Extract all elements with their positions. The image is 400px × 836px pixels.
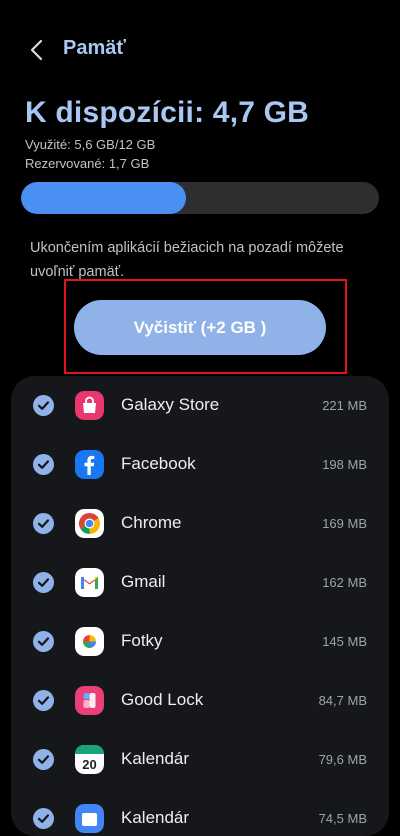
memory-usage-bar: [21, 182, 379, 214]
app-size: 221 MB: [322, 398, 367, 413]
calendar-icon: 20: [75, 745, 104, 774]
page-title: Pamäť: [63, 37, 126, 59]
checkmark-icon: [37, 755, 50, 764]
photos-icon: [75, 627, 104, 656]
app-name: Fotky: [121, 631, 163, 650]
app-size: 169 MB: [322, 516, 367, 531]
app-name: Galaxy Store: [121, 395, 220, 414]
app-size: 79,6 MB: [318, 752, 367, 767]
list-item[interactable]: Fotky 145 MB: [11, 612, 389, 671]
galaxy-store-icon: [75, 391, 104, 420]
list-item[interactable]: Good Lock 84,7 MB: [11, 671, 389, 730]
checkbox-checked[interactable]: [33, 631, 54, 652]
chevron-left-icon: [30, 39, 43, 61]
app-name: Good Lock: [121, 690, 204, 709]
checkmark-icon: [37, 696, 50, 705]
app-size: 145 MB: [322, 634, 367, 649]
chrome-icon: [75, 509, 104, 538]
app-size: 84,7 MB: [318, 693, 367, 708]
back-button[interactable]: [24, 36, 52, 64]
reserved-memory: Rezervované: 1,7 GB: [25, 156, 150, 171]
app-name: Kalendár: [121, 749, 190, 768]
app-size: 74,5 MB: [318, 811, 367, 826]
header: Pamäť: [0, 0, 400, 100]
used-memory: Využité: 5,6 GB/12 GB: [25, 137, 156, 152]
list-item[interactable]: Galaxy Store 221 MB: [11, 376, 389, 435]
facebook-icon: [75, 450, 104, 479]
good-lock-icon: [75, 686, 104, 715]
app-name: Chrome: [121, 513, 182, 532]
app-name: Facebook: [121, 454, 196, 473]
list-item[interactable]: Gmail 162 MB: [11, 553, 389, 612]
checkmark-icon: [37, 637, 50, 646]
checkbox-checked[interactable]: [33, 395, 54, 416]
checkbox-checked[interactable]: [33, 572, 54, 593]
app-name: Kalendár: [121, 808, 190, 827]
checkmark-icon: [37, 401, 50, 410]
app-name: Gmail: [121, 572, 166, 591]
checkbox-checked[interactable]: [33, 690, 54, 711]
checkbox-checked[interactable]: [33, 808, 54, 829]
gmail-icon: [75, 568, 104, 597]
app-list: Galaxy Store 221 MB Facebook 198 MB Chro…: [11, 376, 389, 836]
app-size: 198 MB: [322, 457, 367, 472]
clean-button[interactable]: Vyčistiť (+2 GB ): [74, 300, 326, 355]
checkbox-checked[interactable]: [33, 454, 54, 475]
checkbox-checked[interactable]: [33, 749, 54, 770]
checkmark-icon: [37, 519, 50, 528]
list-item[interactable]: 20 Kalendár 79,6 MB: [11, 730, 389, 789]
info-text: Ukončením aplikácií bežiacich na pozadí …: [30, 240, 344, 280]
memory-usage-fill: [21, 182, 186, 214]
available-memory: K dispozícii: 4,7 GB: [25, 96, 310, 129]
list-item[interactable]: Chrome 169 MB: [11, 494, 389, 553]
checkmark-icon: [37, 578, 50, 587]
checkmark-icon: [37, 460, 50, 469]
calendar-day-label: 20: [82, 757, 96, 772]
list-item[interactable]: Facebook 198 MB: [11, 435, 389, 494]
checkbox-checked[interactable]: [33, 513, 54, 534]
list-item[interactable]: Kalendár 74,5 MB: [11, 789, 389, 836]
app-size: 162 MB: [322, 575, 367, 590]
calendar-app-icon: [75, 804, 104, 833]
